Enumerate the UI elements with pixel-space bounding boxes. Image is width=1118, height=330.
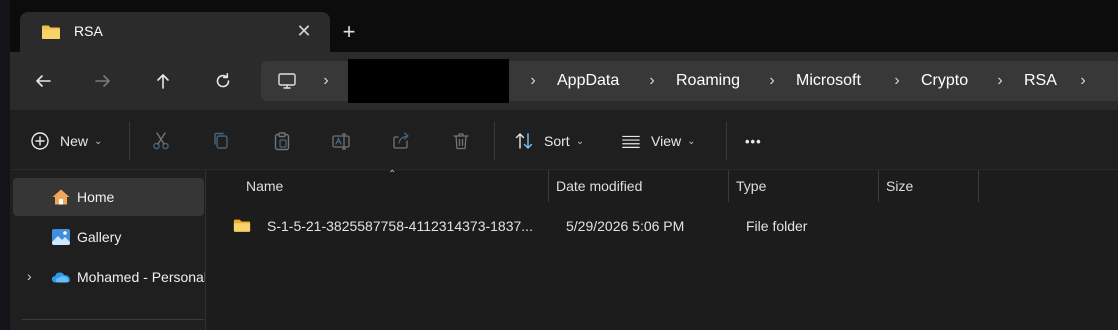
- tab-strip: RSA ✕ +: [10, 0, 1118, 52]
- column-divider[interactable]: [878, 170, 879, 202]
- toolbar-divider: [726, 122, 727, 160]
- up-button[interactable]: [145, 66, 181, 96]
- share-icon: [393, 132, 409, 149]
- new-button[interactable]: New ⌄: [30, 128, 102, 154]
- close-icon[interactable]: ✕: [294, 21, 314, 41]
- breadcrumb-microsoft[interactable]: Microsoft: [796, 71, 861, 91]
- redacted-path-segment: [348, 59, 509, 103]
- view-button[interactable]: View ⌄: [621, 128, 695, 154]
- breadcrumb-roaming[interactable]: Roaming: [676, 71, 740, 91]
- home-icon: [52, 189, 70, 205]
- more-icon: •••: [745, 133, 762, 149]
- column-header-type[interactable]: Type: [736, 170, 766, 202]
- chevron-up-icon: ⌃: [388, 169, 397, 180]
- tab-title: RSA: [74, 23, 103, 39]
- desktop-edge: [0, 0, 10, 330]
- sidebar-item-label: Mohamed - Personal: [77, 269, 206, 285]
- chevron-right-icon[interactable]: ›: [765, 72, 779, 90]
- chevron-down-icon: ⌄: [575, 135, 585, 147]
- toolbar-divider: [494, 122, 495, 160]
- chevron-right-icon[interactable]: ›: [27, 268, 41, 284]
- forward-button[interactable]: [85, 66, 121, 96]
- sidebar-item-gallery[interactable]: Gallery: [13, 218, 204, 256]
- tab-rsa[interactable]: RSA ✕: [20, 12, 330, 52]
- copy-icon: [214, 132, 228, 149]
- chevron-down-icon: ⌄: [94, 135, 103, 147]
- chevron-right-icon[interactable]: ›: [890, 72, 904, 90]
- gallery-icon: [52, 229, 70, 245]
- navigation-bar: › › AppData › Roaming › Microsoft › Cryp…: [10, 52, 1118, 110]
- share-button[interactable]: [391, 128, 411, 154]
- sort-button[interactable]: Sort ⌄: [514, 128, 584, 154]
- rename-button[interactable]: [331, 128, 351, 154]
- cut-button[interactable]: [151, 128, 171, 154]
- file-date-modified: 5/29/2026 5:06 PM: [566, 218, 685, 234]
- chevron-right-icon[interactable]: ›: [319, 72, 333, 90]
- trash-icon: [453, 133, 469, 150]
- column-header-name[interactable]: Name: [246, 170, 283, 202]
- breadcrumb-appdata[interactable]: AppData: [557, 71, 619, 91]
- file-name[interactable]: S-1-5-21-3825587758-4112314373-1837...: [267, 218, 533, 234]
- arrow-up-icon: [157, 74, 169, 89]
- column-divider[interactable]: [548, 170, 549, 202]
- chevron-down-icon: ⌄: [687, 135, 696, 147]
- onedrive-cloud-icon: [51, 272, 70, 283]
- rename-icon: [332, 133, 350, 150]
- navigation-pane: Home Gallery › Mohamed - Personal: [10, 170, 206, 330]
- chevron-right-icon[interactable]: ›: [993, 72, 1007, 90]
- file-list: ⌃ Name Date modified Type Size S-1-5-21-…: [207, 169, 1118, 330]
- sidebar-item-label: Gallery: [77, 229, 122, 245]
- folder-icon: [42, 25, 60, 39]
- view-list-icon: [622, 135, 640, 148]
- column-header-size[interactable]: Size: [886, 170, 913, 202]
- table-row[interactable]: S-1-5-21-3825587758-4112314373-1837... 5…: [207, 210, 1118, 242]
- command-bar: New ⌄ Sort ⌄ View ⌄ •••: [10, 110, 1118, 170]
- column-header-date-modified[interactable]: Date modified: [556, 170, 642, 202]
- scissors-icon: [153, 132, 169, 150]
- paste-button[interactable]: [272, 128, 292, 154]
- delete-button[interactable]: [451, 128, 471, 154]
- toolbar-divider: [129, 122, 130, 160]
- file-type: File folder: [746, 218, 808, 234]
- refresh-button[interactable]: [205, 66, 241, 96]
- more-options-button[interactable]: •••: [745, 128, 762, 154]
- chevron-right-icon[interactable]: ›: [526, 72, 540, 90]
- sidebar-item-onedrive[interactable]: › Mohamed - Personal: [13, 258, 206, 296]
- sidebar-item-home[interactable]: Home: [13, 178, 204, 216]
- plus-circle-icon: [31, 132, 49, 150]
- breadcrumb-crypto[interactable]: Crypto: [921, 71, 968, 91]
- view-label: View: [651, 133, 682, 149]
- sidebar-divider: [22, 319, 204, 320]
- file-explorer-window: RSA ✕ + › › AppData › Roaming › Microsof…: [10, 0, 1118, 330]
- column-divider[interactable]: [978, 170, 979, 202]
- folder-icon: [233, 219, 251, 232]
- arrow-left-icon: [36, 75, 51, 87]
- chevron-right-icon[interactable]: ›: [645, 72, 659, 90]
- monitor-icon[interactable]: [277, 71, 297, 91]
- plus-icon[interactable]: +: [336, 19, 362, 45]
- sort-label: Sort: [544, 133, 570, 149]
- breadcrumb-rsa[interactable]: RSA: [1024, 71, 1057, 91]
- new-label: New: [60, 133, 89, 149]
- clipboard-icon: [274, 132, 290, 151]
- arrow-right-icon: [95, 75, 110, 87]
- refresh-icon: [216, 73, 230, 88]
- column-divider[interactable]: [728, 170, 729, 202]
- sort-icon: [515, 133, 533, 149]
- back-button[interactable]: [25, 66, 61, 96]
- sidebar-item-label: Home: [77, 189, 115, 205]
- chevron-right-icon[interactable]: ›: [1076, 72, 1090, 90]
- address-bar[interactable]: › › AppData › Roaming › Microsoft › Cryp…: [261, 59, 1118, 103]
- copy-button[interactable]: [211, 128, 231, 154]
